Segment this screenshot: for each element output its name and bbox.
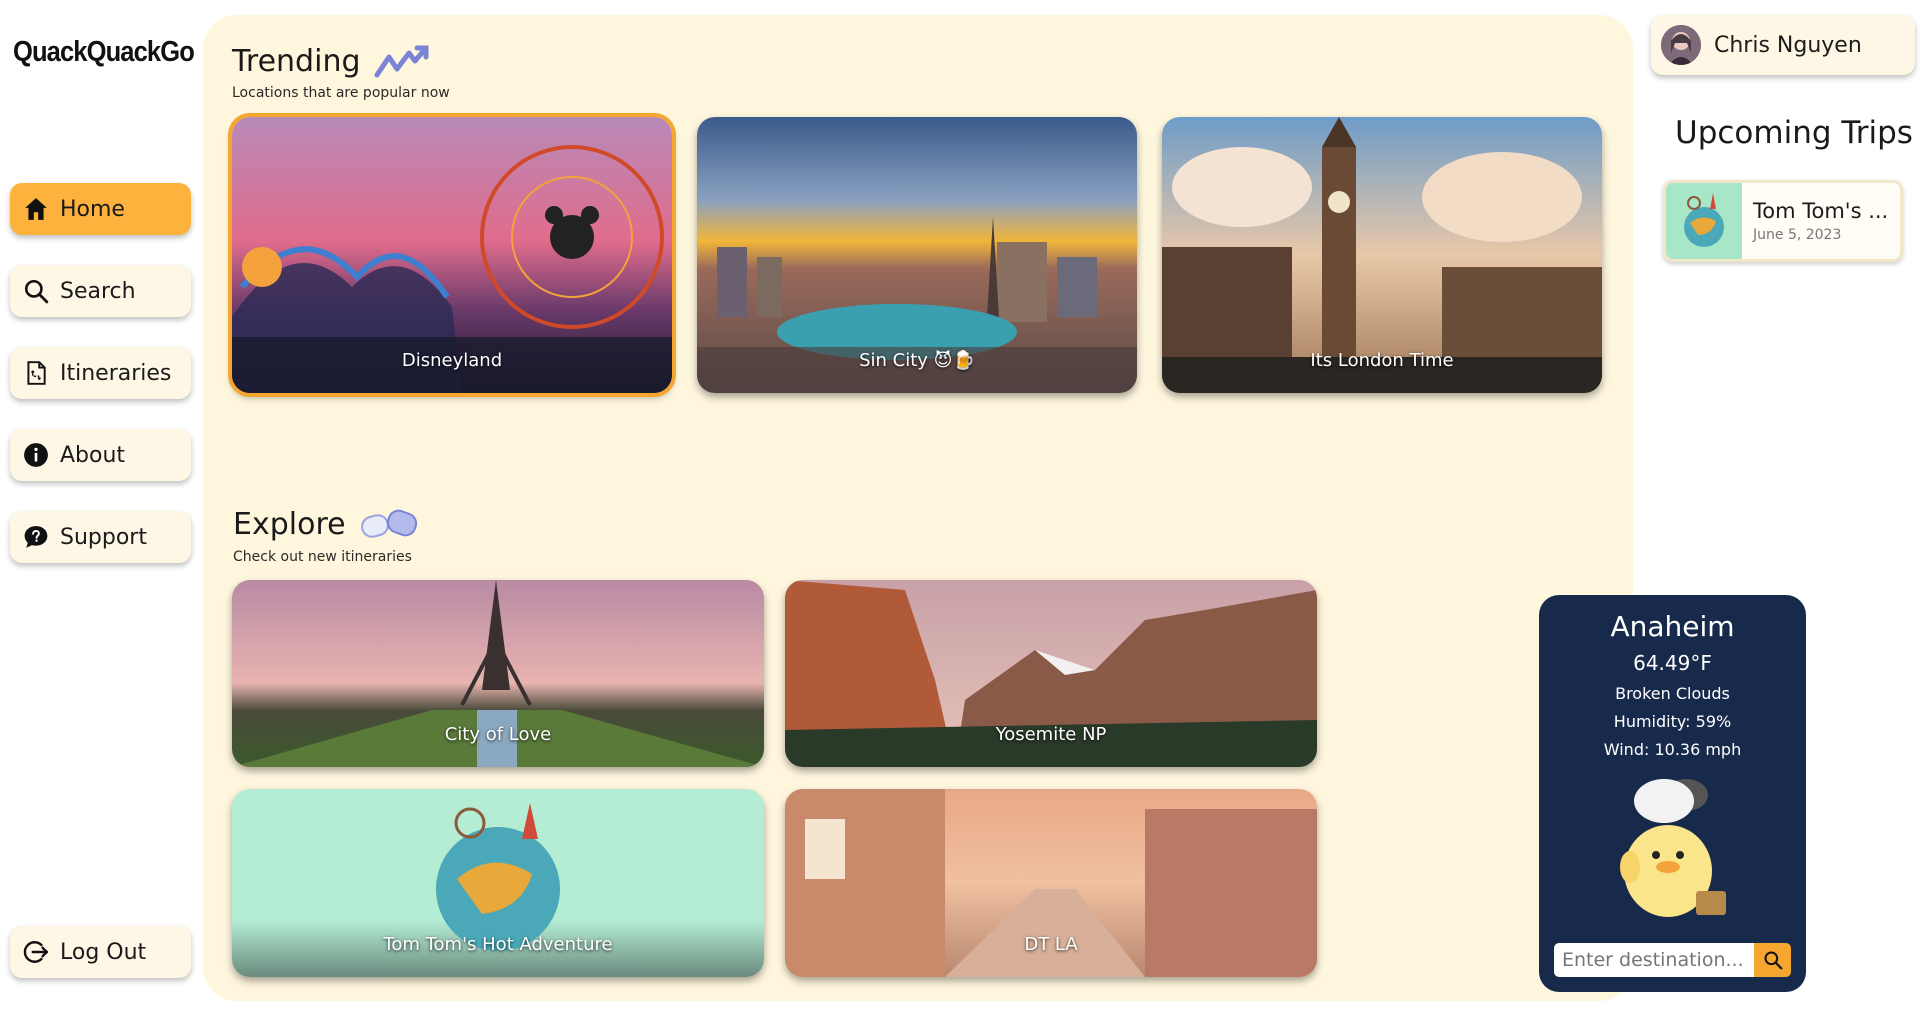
trending-card-sin-city[interactable]: Sin City 😈🍺: [697, 117, 1137, 393]
main-panel: Trending Locations that are popular now …: [203, 15, 1806, 1001]
weather-wind: Wind: 10.36 mph: [1603, 740, 1742, 759]
trip-thumbnail: [1666, 183, 1742, 259]
trip-name: Tom Tom's ...: [1753, 199, 1889, 223]
trending-title-text: Trending: [232, 44, 361, 79]
explore-title: Explore: [233, 507, 420, 542]
weather-city: Anaheim: [1610, 610, 1735, 643]
upcoming-trip-card[interactable]: Tom Tom's ... June 5, 2023: [1663, 180, 1903, 262]
nav-home-label: Home: [60, 196, 125, 222]
weather-temperature: 64.49°F: [1633, 651, 1712, 675]
explore-card-dt-la[interactable]: DT LA: [785, 789, 1317, 977]
weather-humidity: Humidity: 59%: [1613, 712, 1732, 731]
explore-card-yosemite[interactable]: Yosemite NP: [785, 580, 1317, 767]
trip-date: June 5, 2023: [1753, 227, 1842, 243]
explore-card-label: Tom Tom's Hot Adventure: [383, 934, 613, 955]
trending-card-label: Its London Time: [1310, 350, 1454, 371]
trending-title: Trending: [232, 44, 429, 79]
nav-support-button[interactable]: Support: [10, 511, 191, 563]
trending-subtitle: Locations that are popular now: [232, 85, 450, 101]
nav-about-button[interactable]: About: [10, 429, 191, 481]
explore-title-text: Explore: [233, 507, 346, 542]
app-logo: QuackQuackGo: [13, 36, 195, 68]
logout-label: Log Out: [60, 939, 147, 965]
nav-itineraries-button[interactable]: Itineraries: [10, 347, 191, 399]
logout-button[interactable]: Log Out: [10, 926, 191, 978]
explore-card-city-of-love[interactable]: City of Love: [232, 580, 764, 767]
nav-itineraries-label: Itineraries: [60, 360, 172, 386]
info-icon: [24, 443, 48, 467]
nav-support-label: Support: [60, 524, 147, 550]
user-profile-button[interactable]: Chris Nguyen: [1651, 15, 1915, 75]
nav-home-button[interactable]: Home: [10, 183, 191, 235]
binoculars-icon: [360, 509, 417, 538]
weather-card: Anaheim 64.49°F Broken Clouds Humidity: …: [1539, 595, 1806, 992]
trending-chart-icon: [374, 45, 428, 77]
destination-search-button[interactable]: [1754, 943, 1791, 977]
trending-card-disneyland[interactable]: Disneyland: [232, 117, 672, 393]
user-avatar-icon: [1661, 25, 1701, 65]
search-icon: [1764, 951, 1782, 970]
explore-subtitle: Check out new itineraries: [233, 549, 412, 565]
search-icon: [24, 279, 49, 304]
duck-cloud-mascot-icon: [1619, 779, 1726, 917]
weather-condition: Broken Clouds: [1615, 684, 1730, 703]
itinerary-document-icon: [27, 361, 46, 385]
upcoming-trips-title: Upcoming Trips: [1675, 115, 1913, 151]
trending-card-london[interactable]: Its London Time: [1162, 117, 1602, 393]
nav-search-button[interactable]: Search: [10, 265, 191, 317]
logout-icon: [23, 941, 49, 963]
explore-card-label: DT LA: [1024, 934, 1078, 955]
help-chat-icon: [24, 526, 48, 548]
nav-search-label: Search: [60, 278, 136, 304]
destination-search: [1554, 943, 1791, 977]
world-travel-thumbnail-icon: [1684, 193, 1724, 247]
explore-card-label: City of Love: [444, 724, 552, 745]
trending-card-label: Sin City 😈🍺: [859, 350, 975, 371]
nav-about-label: About: [60, 442, 126, 468]
home-icon: [25, 198, 47, 220]
explore-card-tom-toms-hot-adventure[interactable]: Tom Tom's Hot Adventure: [232, 789, 764, 977]
avatar: [1661, 25, 1701, 65]
explore-card-label: Yosemite NP: [995, 724, 1107, 745]
destination-input[interactable]: [1554, 943, 1754, 977]
trending-card-label: Disneyland: [401, 350, 503, 371]
user-name: Chris Nguyen: [1714, 32, 1862, 58]
